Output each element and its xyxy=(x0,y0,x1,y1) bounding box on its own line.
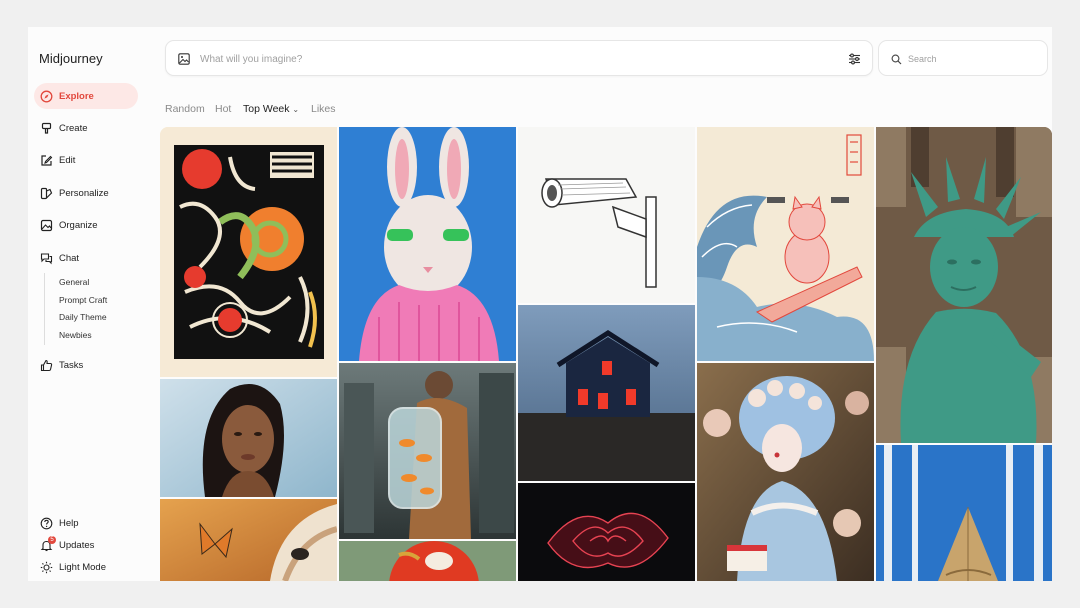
red-rose-xray-image[interactable] xyxy=(518,483,695,581)
sidebar-item-label: Edit xyxy=(59,154,76,166)
sidebar-item-tasks[interactable]: Tasks xyxy=(34,352,138,378)
search-box xyxy=(878,40,1048,76)
rabbit-pink-sweater-image[interactable] xyxy=(339,127,516,361)
sidebar-item-label: Organize xyxy=(59,219,98,231)
image-icon xyxy=(40,219,53,232)
fox-butterfly-image[interactable] xyxy=(160,499,337,581)
bird-red-circle-image[interactable] xyxy=(339,541,516,581)
chat-channel-newbies[interactable]: Newbies xyxy=(59,330,92,340)
statue-of-liberty-city-image[interactable] xyxy=(876,127,1052,443)
updates-badge: 5 xyxy=(48,535,56,544)
abstract-bold-pattern-image[interactable] xyxy=(160,127,337,377)
image-gallery xyxy=(160,127,1052,581)
compass-icon xyxy=(40,90,53,103)
tab-top-week-label: Top Week xyxy=(243,103,290,115)
sidebar-item-edit[interactable]: Edit xyxy=(34,147,138,173)
marie-antoinette-cake-image[interactable] xyxy=(697,363,874,581)
sidebar-item-label: Explore xyxy=(59,90,94,102)
app-logo[interactable]: Midjourney xyxy=(39,51,103,66)
chevron-down-icon: ⌄ xyxy=(292,105,300,114)
app-window: Midjourney Explore Create Edit Personali… xyxy=(28,27,1052,581)
sidebar-item-personalize[interactable]: Personalize xyxy=(34,180,138,206)
sidebar-item-organize[interactable]: Organize xyxy=(34,212,138,238)
woman-portrait-image[interactable] xyxy=(160,379,337,497)
sidebar-item-chat[interactable]: Chat xyxy=(34,245,138,271)
chat-bubbles-icon xyxy=(40,252,53,265)
sidebar-item-label: Tasks xyxy=(59,359,84,371)
chat-channel-daily-theme[interactable]: Daily Theme xyxy=(59,312,107,322)
sidebar-item-create[interactable]: Create xyxy=(34,115,138,141)
chat-channel-general[interactable]: General xyxy=(59,277,89,287)
help-label: Help xyxy=(59,517,79,529)
sun-icon xyxy=(40,561,53,574)
chat-channel-prompt-craft[interactable]: Prompt Craft xyxy=(59,295,107,305)
chat-channel-list: General Prompt Craft Daily Theme Newbies xyxy=(44,273,107,345)
light-mode-toggle[interactable]: Light Mode xyxy=(34,554,138,580)
search-input[interactable] xyxy=(906,50,1040,68)
question-circle-icon xyxy=(40,517,53,530)
surfing-cat-wave-image[interactable] xyxy=(697,127,874,361)
thumbs-up-icon xyxy=(40,359,53,372)
palette-icon xyxy=(40,187,53,200)
light-mode-label: Light Mode xyxy=(59,561,107,573)
sidebar-item-label: Personalize xyxy=(59,187,109,199)
tab-hot[interactable]: Hot xyxy=(215,103,231,115)
sidebar: Midjourney Explore Create Edit Personali… xyxy=(28,27,158,581)
house-red-windows-image[interactable] xyxy=(518,305,695,481)
brush-icon xyxy=(40,122,53,135)
snow-forest-tent-image[interactable] xyxy=(876,445,1052,581)
sidebar-item-label: Create xyxy=(59,122,88,134)
sliders-icon[interactable] xyxy=(848,52,861,70)
tab-top-week[interactable]: Top Week ⌄ xyxy=(243,103,299,115)
bell-icon: 5 xyxy=(40,535,56,552)
prompt-bar xyxy=(165,40,873,76)
security-camera-sketch-image[interactable] xyxy=(518,127,695,303)
tab-random[interactable]: Random xyxy=(165,103,205,115)
tab-likes[interactable]: Likes xyxy=(311,103,336,115)
updates-label: Updates xyxy=(59,539,95,551)
search-icon xyxy=(891,52,902,70)
man-fish-backpack-image[interactable] xyxy=(339,363,516,539)
sidebar-item-explore[interactable]: Explore xyxy=(34,83,138,109)
sidebar-item-label: Chat xyxy=(59,252,80,264)
prompt-input[interactable] xyxy=(198,49,802,69)
image-upload-icon[interactable] xyxy=(178,52,190,70)
pencil-square-icon xyxy=(40,154,53,167)
